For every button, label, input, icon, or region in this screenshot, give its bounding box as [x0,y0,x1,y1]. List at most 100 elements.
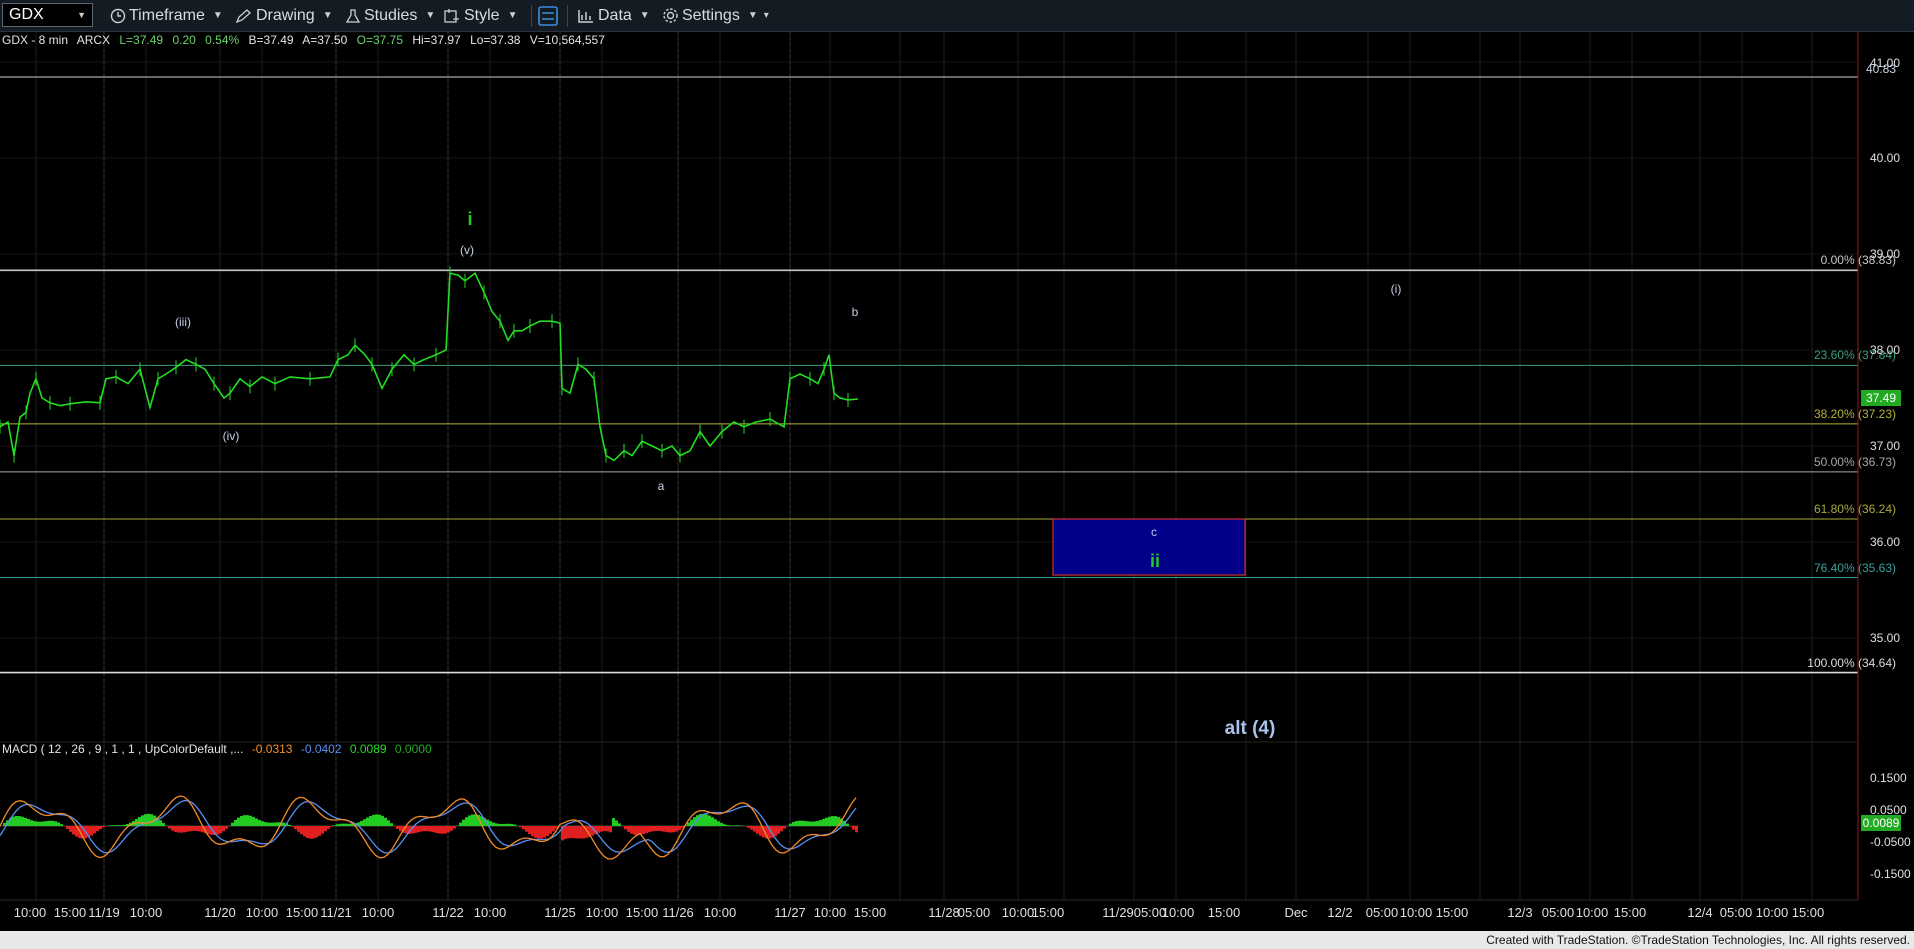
time-tick: 11/26 [662,905,694,920]
time-tick: 10:00 [473,905,507,920]
price-tick: 36.00 [1870,535,1901,549]
settings-menu[interactable]: Settings ▼ ▾ [662,0,769,31]
macd-hist-bar [531,826,534,837]
layout-button[interactable] [537,0,562,31]
time-tick: 10:00 [129,905,163,920]
time-tick: 10:00 [1161,905,1195,920]
macd-hist-bar [369,815,372,826]
macd-hist-bar [186,826,189,832]
macd-hist-bar [297,826,300,832]
low-value: Lo=37.38 [470,33,521,47]
style-menu[interactable]: Style ▼ [443,0,517,31]
macd-hist-bar [333,825,336,826]
time-tick: 10:00 [813,905,847,920]
macd-hist-bar [576,826,579,839]
macd-hist-bar [51,820,54,826]
macd-hist-bar [624,826,627,830]
macd-tick: 0.1500 [1870,771,1907,785]
macd-hist-bar [234,819,237,826]
time-tick: 15:00 [1791,905,1825,920]
exchange: ARCX [76,33,111,47]
macd-hist-bar [288,824,291,826]
macd-hist-bar [426,826,429,832]
wave-label-v: (v) [460,243,474,257]
macd-hist-bar [225,826,228,829]
macd-hist-bar [534,826,537,838]
bar-chart-icon [577,8,595,24]
time-tick: 10:00 [703,905,737,920]
macd-hist-bar [315,826,318,838]
macd-hist-bar [651,826,654,832]
macd-hist-bar [249,815,252,826]
macd-hist-bar [795,821,798,826]
time-tick: 15:00 [1613,905,1647,920]
clock-icon [110,8,126,24]
macd-hist-bar [159,820,162,826]
macd-hist-bar [504,823,507,826]
chevron-down-icon: ▼ [639,10,650,21]
macd-hist-bar [15,815,18,826]
macd-hist-bar [495,823,498,826]
macd-hist-bar [240,815,243,826]
macd-hist-bar [12,816,15,826]
macd-hist-bar [252,816,255,826]
fib-label: 61.80% (36.24) [1813,501,1896,516]
macd-hist-bar [729,825,732,826]
layout-icon [537,5,559,27]
footer-text: Created with TradeStation. ©TradeStation… [1486,933,1910,947]
macd-hist-bar [498,823,501,826]
macd-hist-bar [324,826,327,832]
macd-hist-bar [783,826,786,829]
macd-hist-bar [312,826,315,839]
macd-hist-bar [672,826,675,833]
studies-menu[interactable]: Studies ▼ [345,0,435,31]
macd-hist-bar [294,826,297,830]
time-tick: 05:00 [1719,905,1753,920]
time-tick: 15:00 [625,905,659,920]
macd-hist-bar [654,826,657,831]
studies-label: Studies [364,6,418,24]
data-menu[interactable]: Data ▼ [577,0,650,31]
fib-label: 76.40% (35.63) [1813,560,1896,575]
symbol-text: GDX [9,6,44,23]
chevron-down-icon: ▼ [747,10,758,21]
time-tick: 12/3 [1507,905,1533,920]
macd-hist-bar [321,826,324,834]
macd-hist-bar [243,815,246,826]
macd-hist-bar [195,826,198,832]
change-pct-value: 0.54% [205,33,240,47]
macd-hist-bar [102,826,105,828]
macd-hist-bar [678,826,681,831]
toolbar-separator [531,5,532,27]
macd-hist-bar [261,821,264,826]
macd-hist-bar [570,826,573,839]
volume-value: V=10,564,557 [529,33,605,47]
wave-label-alt4: alt (4) [1224,718,1276,739]
macd-hist-bar [630,826,633,834]
time-tick: Dec [1284,905,1308,920]
time-tick: 10:00 [1001,905,1035,920]
symbol-input[interactable]: GDX ▼ [2,3,93,27]
macd-hist-bar [441,826,444,834]
time-tick: 11/28 [928,905,960,920]
macd-hist-bar [180,826,183,833]
macd-hist-bar [834,816,837,826]
time-tick: 10:00 [1399,905,1433,920]
drawing-menu[interactable]: Drawing ▼ [235,0,333,31]
macd-hist-bar [846,823,849,826]
timeframe-menu[interactable]: Timeframe ▼ [110,0,223,31]
ask-value: A=37.50 [302,33,348,47]
macd-hist-bar [336,824,339,826]
macd-hist-bar [345,823,348,826]
timeframe-label: Timeframe [129,6,205,24]
macd-hist-bar [618,823,621,826]
macd-hist-bar [711,817,714,826]
macd-hist-bar [612,818,615,826]
price-chart[interactable] [0,0,1914,949]
macd-hist-bar [777,826,780,834]
macd-hist-bar [390,823,393,826]
macd-hist-bar [669,826,672,833]
macd-hist-bar [849,826,852,827]
macd-hist-bar [564,826,567,840]
macd-hist-bar [462,819,465,826]
